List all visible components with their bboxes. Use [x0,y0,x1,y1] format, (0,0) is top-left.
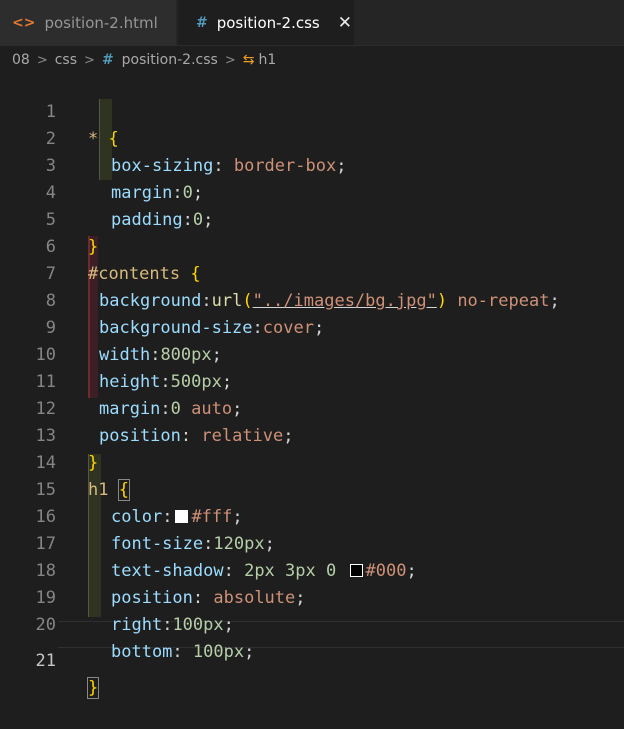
code-line: 2 box-sizing: border-box; [0,99,624,176]
code-line: 20 bottom: 100px; [0,585,624,662]
code-editor[interactable]: 1 * { 2 box-sizing: border-box; 3 margin… [0,72,624,699]
code-line: 7 background:url("../images/bg.jpg") no-… [0,234,624,311]
html-code-icon: <> [12,14,36,31]
code-line: 3 margin:0; [0,126,624,203]
code-line: 8 background-size:cover; [0,261,624,338]
tab-position-2-html[interactable]: <> position-2.html [0,0,177,45]
breadcrumb-symbol[interactable]: h1 [258,52,276,68]
code-line: 16 font-size:120px; [0,477,624,554]
symbol-structure-icon: ⇆ [242,52,255,68]
code-line: 5 } [0,180,624,257]
tab-label: position-2.css [216,13,320,32]
breadcrumb: 08 > css > # position-2.css > ⇆ h1 [0,46,624,74]
code-line: 6 #contents { [0,207,624,284]
code-line: 1 * { [0,72,624,149]
code-line: 21 } [0,621,624,699]
code-line: 14 h1 { [0,423,624,501]
code-line: 13 } [0,396,624,473]
close-icon[interactable]: ✕ [338,13,352,33]
code-line: 4 padding:0; [0,153,624,230]
code-line: 18 position: absolute; [0,531,624,608]
code-line: 12 position: relative; [0,369,624,446]
chevron-right-icon: > [84,52,95,68]
chevron-right-icon: > [224,52,236,68]
breadcrumb-folder[interactable]: css [55,52,77,68]
line-number: 21 [35,651,56,671]
tab-bar: <> position-2.html # position-2.css ✕ [0,0,624,46]
breadcrumb-root[interactable]: 08 [12,52,30,68]
tab-position-2-css[interactable]: # position-2.css ✕ [178,0,354,45]
tab-label: position-2.html [44,13,158,32]
brace: } [86,677,100,699]
code-line: 9 width:800px; [0,288,624,365]
code-line: 17 text-shadow: 2px 3px 0 #000; [0,504,624,581]
code-line: 19 right:100px; [0,558,624,635]
code-line: 15 color: #fff; [0,450,624,527]
css-hash-icon: # [101,52,114,68]
code-line: 10 height:500px; [0,315,624,392]
css-hash-icon: # [196,14,208,31]
chevron-right-icon: > [36,52,48,68]
breadcrumb-file[interactable]: position-2.css [122,52,218,68]
code-line: 11 margin:0 auto; [0,342,624,419]
